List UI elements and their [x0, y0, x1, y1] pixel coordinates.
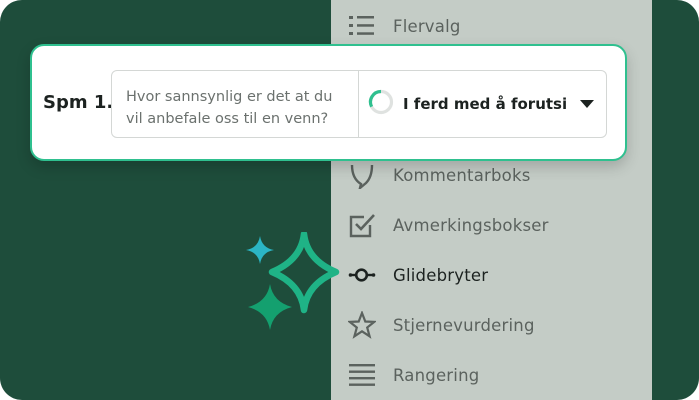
- question-type-label: I ferd med å forutsi ...: [403, 95, 573, 113]
- menu-item-label: Avmerkingsbokser: [393, 215, 549, 235]
- speech-bubble-icon: [348, 161, 376, 189]
- survey-builder-frame: Flervalg Kommentarboks Avmerkingsbokser: [0, 0, 699, 400]
- menu-item-avmerkingsbokser[interactable]: Avmerkingsbokser: [348, 207, 638, 243]
- star-icon: [348, 311, 376, 339]
- menu-item-label: Kommentarboks: [393, 165, 531, 185]
- checkbox-icon: [348, 211, 376, 239]
- menu-item-label: Stjernevurdering: [393, 315, 535, 335]
- menu-item-rangering[interactable]: Rangering: [348, 357, 638, 393]
- question-text-field[interactable]: Hvor sannsynlig er det at du vil anbefal…: [111, 70, 359, 138]
- question-type-dropdown[interactable]: I ferd med å forutsi ...: [359, 70, 607, 138]
- question-number: Spm 1.: [43, 92, 114, 113]
- menu-item-kommentarboks[interactable]: Kommentarboks: [348, 157, 638, 193]
- ranking-icon: [348, 361, 376, 389]
- slider-icon: [348, 261, 376, 289]
- menu-item-label: Flervalg: [393, 16, 461, 36]
- menu-item-glidebryter[interactable]: Glidebryter: [348, 257, 638, 293]
- progress-ring-icon: [368, 89, 394, 119]
- question-card: Spm 1. Hvor sannsynlig er det at du vil …: [30, 44, 627, 161]
- menu-item-flervalg[interactable]: Flervalg: [348, 8, 638, 44]
- caret-down-icon[interactable]: [580, 100, 594, 108]
- menu-item-label: Glidebryter: [393, 265, 489, 285]
- list-icon: [348, 12, 376, 40]
- sparkle-icon: [246, 232, 340, 330]
- menu-item-stjernevurdering[interactable]: Stjernevurdering: [348, 307, 638, 343]
- menu-item-label: Rangering: [393, 365, 480, 385]
